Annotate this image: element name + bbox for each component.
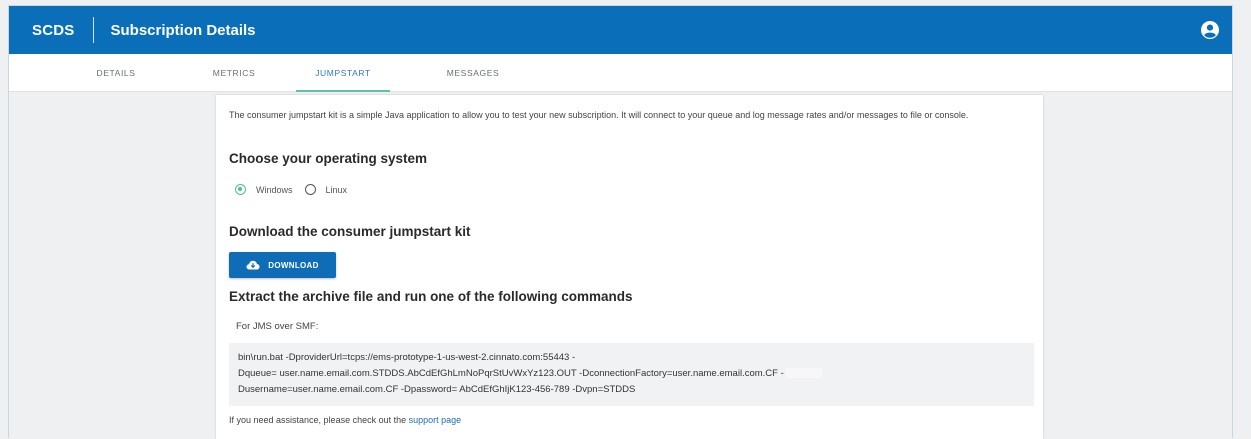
radio-windows[interactable]: Windows	[235, 184, 293, 195]
radio-unchecked-icon[interactable]	[304, 184, 316, 195]
page-title: Subscription Details	[110, 21, 256, 39]
jumpstart-card: The consumer jumpstart kit is a simple J…	[216, 95, 1043, 439]
tab-jumpstart[interactable]: JUMPSTART	[296, 54, 390, 92]
os-radio-group: Windows Linux	[235, 184, 359, 195]
tab-bar: DETAILS METRICS JUMPSTART MESSAGES	[9, 54, 1232, 92]
help-text: If you need assistance, please check out…	[229, 415, 461, 425]
command-line-2: Dqueue= user.name.email.com.STDDS.AbCdEf…	[238, 366, 1025, 382]
jms-label: For JMS over SMF:	[236, 321, 319, 332]
command-line-2-text: Dqueue= user.name.email.com.STDDS.AbCdEf…	[238, 368, 784, 379]
redacted-block	[786, 368, 823, 379]
top-app-bar: SCDS Subscription Details	[9, 6, 1232, 54]
download-button[interactable]: DOWNLOAD	[229, 252, 336, 278]
download-heading: Download the consumer jumpstart kit	[229, 224, 471, 239]
tab-details[interactable]: DETAILS	[81, 54, 151, 92]
os-heading: Choose your operating system	[229, 151, 428, 166]
command-code-block[interactable]: bin\run.bat -DproviderUrl=tcps://ems-pro…	[229, 343, 1034, 406]
radio-checked-icon[interactable]	[235, 184, 246, 195]
radio-windows-label: Windows	[256, 184, 293, 195]
command-line-3: Dusername=user.name.email.com.CF -Dpassw…	[238, 384, 636, 395]
radio-linux-label: Linux	[325, 184, 348, 195]
help-text-prefix: If you need assistance, please check out…	[229, 415, 407, 425]
support-page-link[interactable]: support page	[409, 415, 462, 425]
command-line-1: bin\run.bat -DproviderUrl=tcps://ems-pro…	[238, 352, 576, 363]
radio-linux[interactable]: Linux	[304, 184, 348, 195]
brand-logo-text[interactable]: SCDS	[32, 22, 74, 39]
cloud-download-icon	[246, 260, 260, 270]
tab-metrics[interactable]: METRICS	[199, 54, 269, 92]
extract-heading: Extract the archive file and run one of …	[229, 289, 633, 304]
brand-divider	[93, 17, 95, 43]
intro-text: The consumer jumpstart kit is a simple J…	[229, 110, 969, 120]
download-button-label: DOWNLOAD	[268, 260, 319, 270]
tab-messages[interactable]: MESSAGES	[433, 54, 513, 92]
app-window: SCDS Subscription Details DETAILS METRIC…	[8, 5, 1233, 439]
account-icon[interactable]	[1200, 20, 1220, 40]
